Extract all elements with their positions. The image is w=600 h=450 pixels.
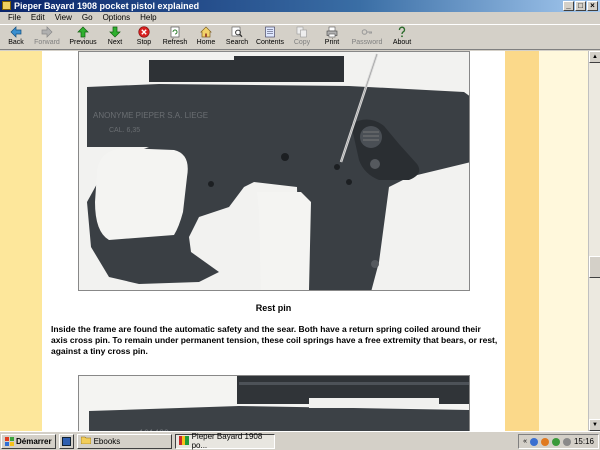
copy-icon: [296, 26, 308, 38]
ebook-icon: [178, 435, 189, 447]
app-icon: [2, 1, 11, 10]
quick-launch-icon[interactable]: [58, 433, 74, 449]
photo-caption: Rest pin: [255, 303, 292, 313]
pistol-frame-photo: ANONYME PIEPER S.A. LIEGE CAL. 6,35: [78, 51, 470, 291]
back-arrow-icon: [10, 26, 22, 38]
folder-icon: [80, 436, 91, 446]
left-decorative-band: [0, 51, 42, 431]
toolbar: Back Forward Previous Next Stop Refresh: [0, 24, 600, 50]
menu-file[interactable]: File: [3, 12, 26, 23]
password-icon: [361, 26, 373, 38]
title-bar: Pieper Bayard 1908 pocket pistol explain…: [0, 0, 600, 12]
network-icon[interactable]: [529, 437, 538, 446]
copy-button[interactable]: Copy: [287, 25, 317, 49]
clock[interactable]: 15:16: [574, 437, 594, 446]
taskbar-item-ebook[interactable]: Pieper Bayard 1908 po...: [174, 432, 275, 450]
volume-icon[interactable]: [562, 437, 571, 446]
print-button[interactable]: Print: [317, 25, 347, 49]
menu-options[interactable]: Options: [98, 12, 136, 23]
refresh-button[interactable]: Refresh: [159, 25, 191, 49]
taskbar-item-ebooks[interactable]: Ebooks: [76, 433, 172, 449]
minimize-button[interactable]: _: [563, 1, 574, 11]
stop-button[interactable]: Stop: [129, 25, 159, 49]
previous-button[interactable]: Previous: [65, 25, 101, 49]
pistol-slide-photo: 101429: [78, 375, 470, 431]
page: ANONYME PIEPER S.A. LIEGE CAL. 6,35 Rest…: [42, 51, 505, 431]
next-arrow-icon: [109, 26, 121, 38]
antivirus-icon[interactable]: [551, 437, 560, 446]
right-decorative-band: [505, 51, 539, 431]
vertical-scrollbar[interactable]: ▲ ▼: [588, 51, 600, 431]
windows-logo-icon: [5, 436, 14, 446]
maximize-button[interactable]: □: [575, 1, 586, 11]
document-view[interactable]: ANONYME PIEPER S.A. LIEGE CAL. 6,35 Rest…: [0, 51, 588, 431]
firefox-icon[interactable]: [540, 437, 549, 446]
menu-go[interactable]: Go: [77, 12, 98, 23]
previous-arrow-icon: [77, 26, 89, 38]
search-icon: [231, 26, 243, 38]
contents-icon: [264, 26, 276, 38]
about-button[interactable]: About: [387, 25, 417, 49]
home-icon: [200, 26, 212, 38]
refresh-icon: [169, 26, 181, 38]
menu-edit[interactable]: Edit: [26, 12, 50, 23]
home-button[interactable]: Home: [191, 25, 221, 49]
forward-arrow-icon: [41, 26, 53, 38]
scroll-up-icon[interactable]: ▲: [589, 51, 600, 63]
back-button[interactable]: Back: [3, 25, 29, 49]
password-button[interactable]: Password: [347, 25, 387, 49]
start-button[interactable]: Démarrer: [1, 433, 56, 449]
forward-button[interactable]: Forward: [29, 25, 65, 49]
tray-expand-icon[interactable]: «: [523, 438, 527, 445]
about-icon: [396, 26, 408, 38]
frame-engraving: ANONYME PIEPER S.A. LIEGE: [93, 111, 208, 120]
system-tray: « 15:16: [518, 434, 599, 449]
scroll-thumb[interactable]: [589, 256, 600, 278]
window-title: Pieper Bayard 1908 pocket pistol explain…: [14, 1, 200, 11]
frame-caliber: CAL. 6,35: [109, 127, 140, 134]
print-icon: [326, 26, 338, 38]
right-margin: [539, 51, 588, 431]
body-paragraph: Inside the frame are found the automatic…: [51, 324, 498, 356]
stop-icon: [138, 26, 150, 38]
menu-view[interactable]: View: [50, 12, 77, 23]
close-button[interactable]: ×: [587, 1, 598, 11]
taskbar: Démarrer Ebooks Pieper Bayard 1908 po...…: [0, 431, 600, 450]
contents-button[interactable]: Contents: [253, 25, 287, 49]
menu-help[interactable]: Help: [135, 12, 161, 23]
scroll-down-icon[interactable]: ▼: [589, 419, 600, 431]
next-button[interactable]: Next: [101, 25, 129, 49]
search-button[interactable]: Search: [221, 25, 253, 49]
menu-bar: File Edit View Go Options Help: [0, 12, 600, 23]
